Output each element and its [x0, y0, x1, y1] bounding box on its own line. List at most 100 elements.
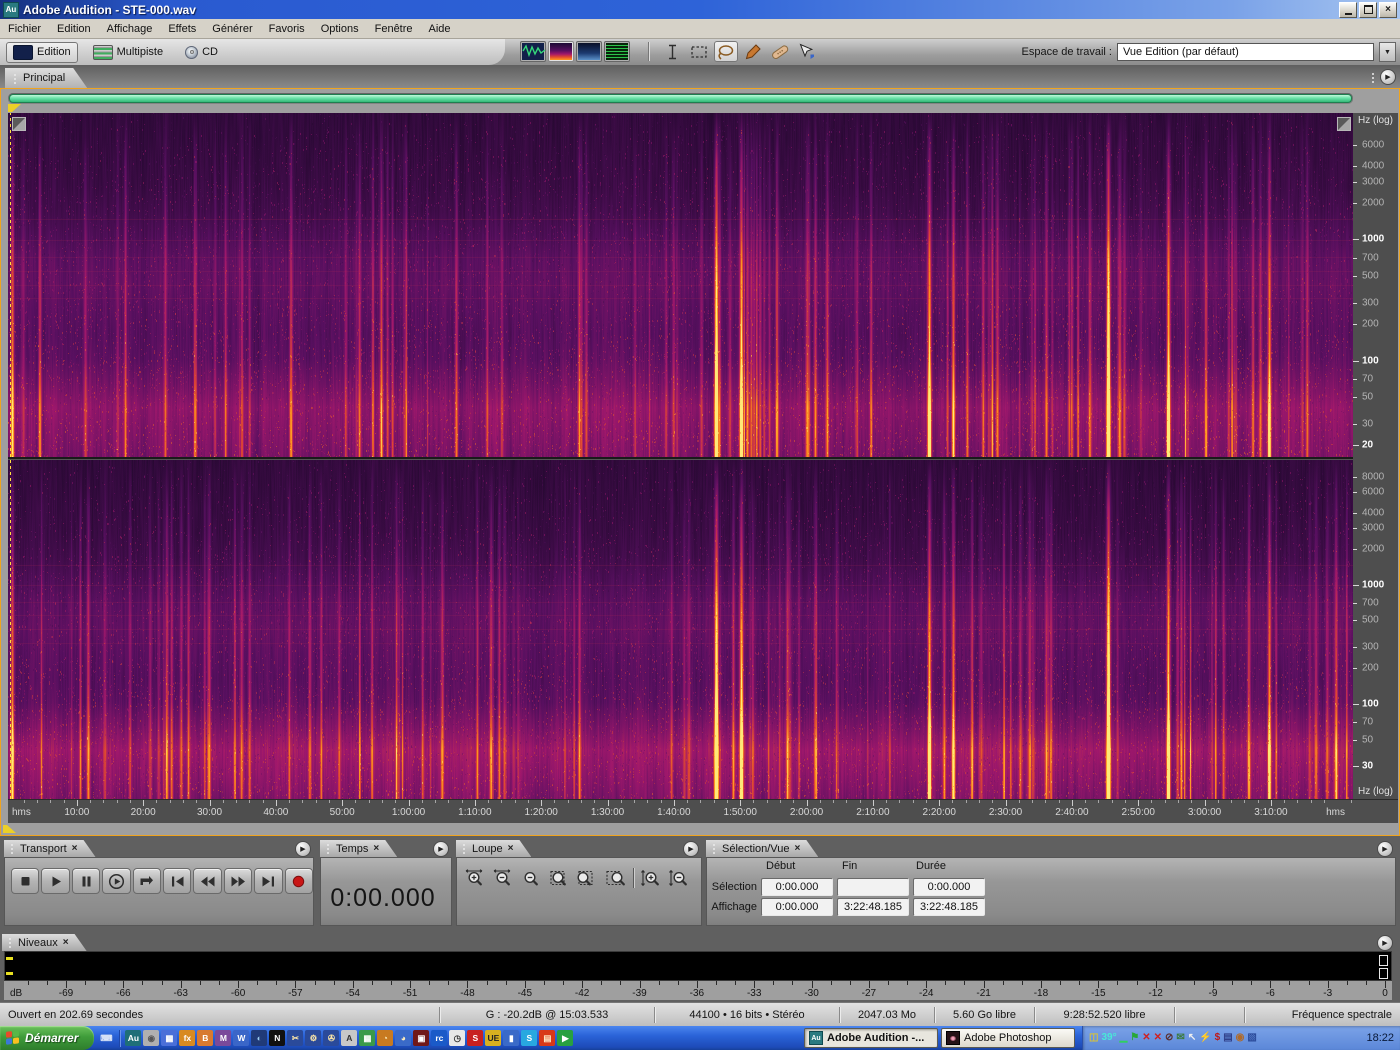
menu-fenetre[interactable]: Fenêtre — [367, 20, 421, 37]
close-niveaux-tab[interactable]: × — [63, 937, 69, 948]
clip-indicator-left[interactable] — [1379, 955, 1388, 966]
tray-minimized-icon[interactable]: ▁ — [1120, 1033, 1128, 1043]
edition-mode-button[interactable]: Edition — [6, 41, 78, 63]
menu-generer[interactable]: Générer — [204, 20, 260, 37]
close-transport-tab[interactable]: × — [72, 843, 78, 854]
minimize-button[interactable] — [1339, 1, 1357, 18]
quicklaunch-icon[interactable]: rc — [431, 1030, 448, 1046]
fast-forward-button[interactable] — [223, 868, 253, 894]
record-button[interactable] — [284, 868, 314, 894]
close-temps-tab[interactable]: × — [373, 843, 379, 854]
quicklaunch-icon[interactable]: ⚙ — [305, 1030, 322, 1046]
selection-duree-field[interactable]: 0:00.000 — [913, 878, 985, 896]
channel-edit-handle-left[interactable] — [12, 117, 26, 131]
quicklaunch-icon[interactable]: ✇ — [323, 1030, 340, 1046]
quicklaunch-icon[interactable]: ◷ — [449, 1030, 466, 1046]
zoom-out-vertical-button[interactable] — [667, 866, 693, 890]
effects-paintbrush-tool-button[interactable] — [741, 41, 765, 62]
quicklaunch-icon[interactable]: ▮ — [503, 1030, 520, 1046]
waveform-view-button[interactable] — [520, 41, 546, 62]
quicklaunch-icon[interactable]: M — [215, 1030, 232, 1046]
go-to-end-button[interactable] — [254, 868, 283, 894]
tab-transport[interactable]: Transport × — [4, 840, 96, 857]
playhead-marker-top[interactable] — [8, 104, 21, 112]
selection-fin-field[interactable] — [837, 878, 909, 896]
playhead-marker-bottom[interactable] — [3, 825, 16, 833]
zoom-selection-left-edge-button[interactable] — [574, 866, 600, 890]
menu-edition[interactable]: Edition — [49, 20, 99, 37]
rewind-button[interactable] — [193, 868, 222, 894]
niveaux-panel-menu-button[interactable]: ▶ — [1377, 935, 1393, 951]
tray-document-icon[interactable]: ▧ — [1247, 1033, 1256, 1043]
tab-loupe[interactable]: Loupe × — [456, 840, 531, 857]
stop-button[interactable] — [11, 868, 40, 894]
tab-niveaux[interactable]: Niveaux × — [2, 934, 87, 951]
menu-options[interactable]: Options — [313, 20, 367, 37]
tab-principal[interactable]: Principal — [5, 68, 87, 88]
time-selection-tool-button[interactable] — [660, 41, 684, 62]
quicklaunch-icon[interactable]: N — [269, 1030, 286, 1046]
zoom-in-vertical-button[interactable] — [639, 866, 665, 890]
clip-indicator-right[interactable] — [1379, 968, 1388, 979]
spot-healing-brush-tool-button[interactable] — [768, 41, 792, 62]
quicklaunch-icon[interactable]: B — [197, 1030, 214, 1046]
zoom-out-horizontal-button[interactable] — [490, 866, 516, 890]
quicklaunch-word-icon[interactable]: W — [233, 1030, 250, 1046]
selection-vue-panel-menu-button[interactable]: ▶ — [1377, 841, 1393, 857]
quicklaunch-icon[interactable]: ▶ — [557, 1030, 574, 1046]
quicklaunch-icon[interactable]: ✂ — [287, 1030, 304, 1046]
tray-meter-icon[interactable]: ◫ — [1089, 1033, 1098, 1043]
zoom-in-horizontal-button[interactable] — [462, 866, 488, 890]
tab-temps[interactable]: Temps × — [320, 840, 397, 857]
menu-aide[interactable]: Aide — [421, 20, 459, 37]
quicklaunch-audition-icon[interactable]: Au — [125, 1030, 142, 1046]
play-button[interactable] — [41, 868, 70, 894]
pause-button[interactable] — [71, 868, 101, 894]
quicklaunch-icon[interactable]: ◉ — [143, 1030, 160, 1046]
tray-flag-icon[interactable]: ⚑ — [1130, 1033, 1139, 1043]
loop-play-button[interactable] — [132, 868, 162, 894]
affichage-fin-field[interactable]: 3:22:48.185 — [837, 898, 909, 916]
quicklaunch-icon[interactable]: ◔ — [377, 1030, 394, 1046]
quicklaunch-icon[interactable]: ▦ — [161, 1030, 178, 1046]
tray-pointer-icon[interactable]: ↖ — [1188, 1033, 1196, 1043]
tray-temperature-text[interactable]: 39° — [1101, 1033, 1116, 1043]
quicklaunch-internet-icon[interactable]: ◐ — [251, 1030, 268, 1046]
tray-mouse-icon[interactable]: ◉ — [1236, 1033, 1245, 1043]
tray-blocked-icon[interactable]: ⊘ — [1165, 1033, 1173, 1043]
affichage-duree-field[interactable]: 3:22:48.185 — [913, 898, 985, 916]
taskbar-task-audition[interactable]: Au Adobe Audition -... — [804, 1028, 938, 1048]
tab-selection-vue[interactable]: Sélection/Vue × — [706, 840, 818, 857]
playhead-cursor[interactable] — [10, 113, 11, 799]
taskbar-task-photoshop[interactable]: Adobe Photoshop — [941, 1028, 1075, 1048]
spectrogram-right-channel[interactable] — [8, 460, 1353, 799]
close-selection-vue-tab[interactable]: × — [794, 843, 800, 854]
scrub-tool-button[interactable] — [795, 41, 819, 62]
menu-favoris[interactable]: Favoris — [261, 20, 313, 37]
quicklaunch-pdf-icon[interactable]: ▤ — [539, 1030, 556, 1046]
close-button[interactable]: × — [1379, 1, 1397, 18]
spectral-pan-view-button[interactable] — [576, 41, 602, 62]
play-from-cursor-button[interactable] — [102, 868, 131, 894]
quicklaunch-icon[interactable]: A — [341, 1030, 358, 1046]
marquee-selection-tool-button[interactable] — [687, 41, 711, 62]
quicklaunch-icon[interactable]: ▣ — [413, 1030, 430, 1046]
tray-network-error-icon[interactable]: ✕ — [1142, 1033, 1150, 1043]
tray-power-icon[interactable]: ⚡ — [1199, 1033, 1211, 1043]
spectral-phase-view-button[interactable] — [604, 41, 630, 62]
quicklaunch-icon[interactable]: ◕ — [395, 1030, 412, 1046]
zoom-selection-right-edge-button[interactable] — [602, 866, 628, 890]
scrollbar-thumb[interactable] — [9, 94, 1352, 103]
affichage-debut-field[interactable]: 0:00.000 — [761, 898, 833, 916]
lasso-selection-tool-button[interactable] — [714, 41, 738, 62]
quicklaunch-icon[interactable]: S — [521, 1030, 538, 1046]
zoom-to-selection-button[interactable] — [546, 866, 572, 890]
quicklaunch-icon[interactable]: S — [467, 1030, 484, 1046]
menu-affichage[interactable]: Affichage — [99, 20, 161, 37]
spectrogram-left-channel[interactable] — [8, 113, 1353, 457]
quicklaunch-icon[interactable]: fx — [179, 1030, 196, 1046]
multipiste-mode-button[interactable]: Multipiste — [86, 42, 170, 63]
horizontal-scrollbar[interactable] — [8, 93, 1353, 104]
quicklaunch-icon[interactable]: UE — [485, 1030, 502, 1046]
close-loupe-tab[interactable]: × — [508, 843, 514, 854]
